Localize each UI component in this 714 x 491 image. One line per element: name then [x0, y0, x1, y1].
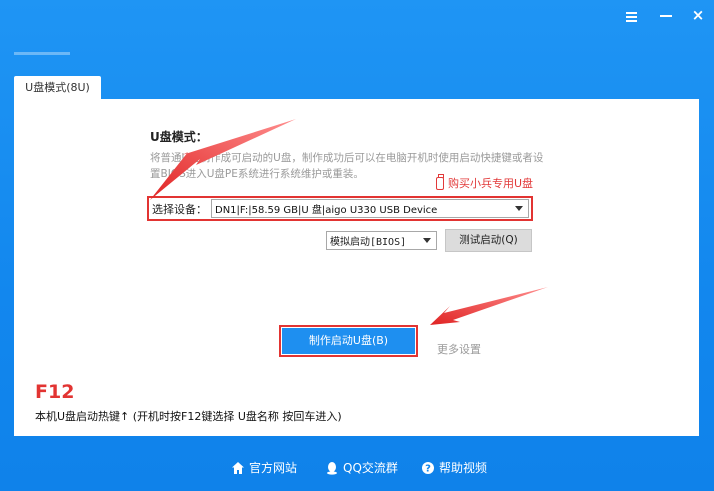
more-settings-link[interactable]: 更多设置 — [437, 341, 481, 357]
close-icon: × — [691, 6, 705, 24]
qq-group-link[interactable]: QQ交流群 — [325, 459, 398, 476]
official-site-link[interactable]: 官方网站 — [231, 459, 297, 476]
tab-usb-mode[interactable]: U盘模式(8U) — [14, 76, 101, 100]
help-video-label: 帮助视频 — [439, 461, 488, 475]
menu-icon — [625, 12, 637, 22]
minimize-icon — [660, 14, 672, 17]
usb-icon — [436, 173, 444, 190]
minimize-button[interactable] — [657, 6, 675, 24]
home-icon — [232, 461, 244, 474]
qq-group-label: QQ交流群 — [343, 461, 398, 475]
device-select-value: DN1|F:|58.59 GB|U 盘|aigo U330 USB Device — [215, 205, 438, 216]
help-video-link[interactable]: ? 帮助视频 — [421, 459, 487, 476]
official-site-label: 官方网站 — [249, 461, 298, 475]
boot-mode-value: 模拟启动[BIOS] — [330, 237, 407, 248]
app-window: × U盘模式(8U) U盘模式： 将普通U盘制作成可启动的U盘，制作成功后可以在… — [0, 0, 714, 491]
boot-mode-select[interactable]: 模拟启动[BIOS] — [326, 231, 437, 250]
title-strip — [14, 52, 70, 55]
test-boot-button[interactable]: 测试启动(Q) — [445, 229, 532, 252]
main-panel: U盘模式： 将普通U盘制作成可启动的U盘，制作成功后可以在电脑开机时使用启动快捷… — [14, 99, 699, 436]
menu-button[interactable] — [622, 6, 640, 24]
close-button[interactable]: × — [689, 6, 707, 24]
hotkey-key: F12 — [35, 381, 75, 403]
mode-title: U盘模式： — [150, 130, 208, 144]
chevron-down-icon — [515, 206, 523, 211]
device-label: 选择设备： — [152, 202, 207, 216]
buy-usb-label: 购买小兵专用U盘 — [448, 177, 534, 190]
hotkey-description: 本机U盘启动热键↑ (开机时按F12键选择 U盘名称 按回车进入) — [35, 410, 342, 423]
device-select[interactable]: DN1|F:|58.59 GB|U 盘|aigo U330 USB Device — [211, 199, 529, 218]
make-bootable-usb-button[interactable]: 制作启动U盘(B) — [282, 328, 415, 354]
help-icon: ? — [422, 461, 434, 474]
buy-usb-link[interactable]: 购买小兵专用U盘 — [436, 173, 534, 191]
chevron-down-icon — [423, 238, 431, 243]
svg-text:?: ? — [425, 463, 431, 474]
qq-penguin-icon — [327, 461, 337, 475]
device-select-row: 选择设备： DN1|F:|58.59 GB|U 盘|aigo U330 USB … — [147, 196, 533, 221]
